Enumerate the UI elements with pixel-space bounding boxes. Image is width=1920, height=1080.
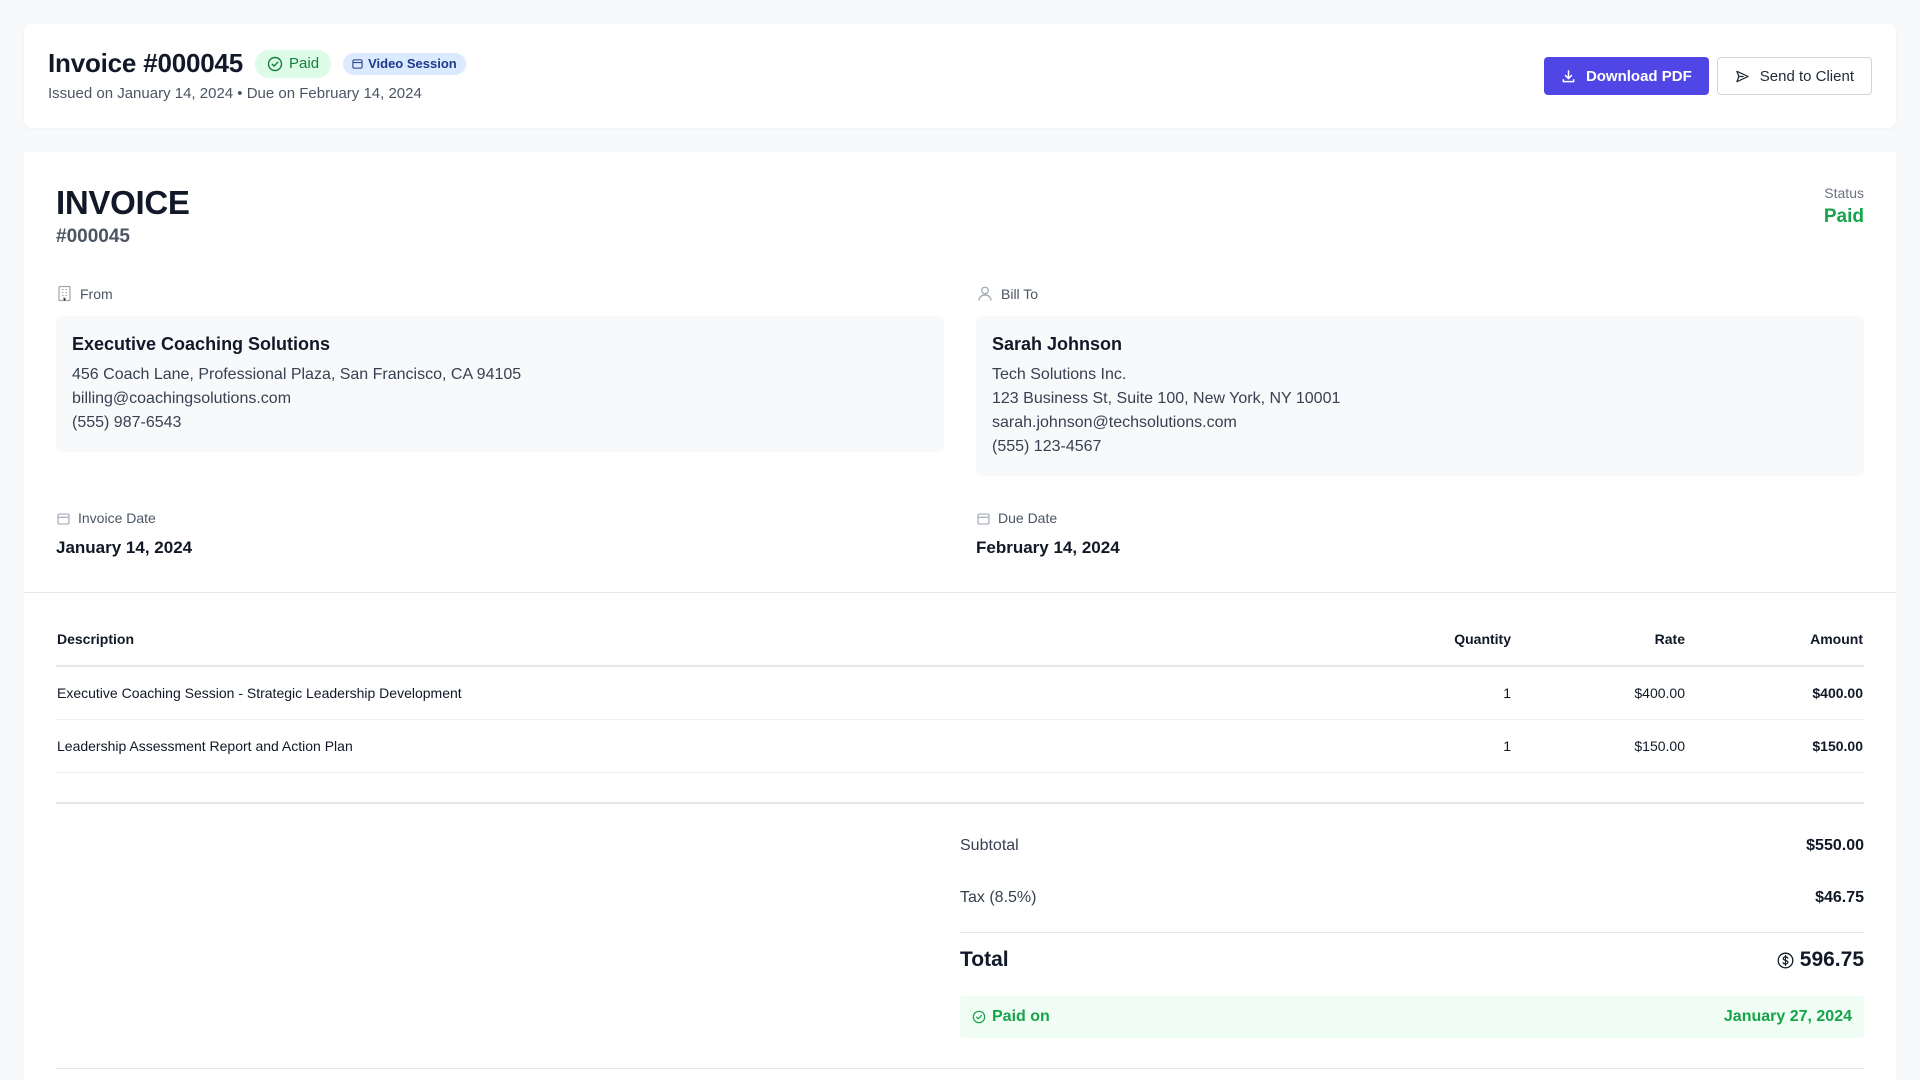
download-pdf-button[interactable]: Download PDF: [1543, 57, 1709, 95]
bill-to-address: 123 Business St, Suite 100, New York, NY…: [992, 390, 1341, 407]
table-row: Executive Coaching Session - Strategic L…: [56, 666, 1864, 720]
col-description: Description: [56, 612, 1312, 667]
paid-on-date: January 27, 2024: [1723, 1008, 1852, 1025]
bill-to-label-row: Bill To: [977, 285, 1038, 302]
line-items-table: Description Quantity Rate Amount Executi…: [56, 612, 1864, 773]
section-divider: [24, 592, 1896, 593]
due-date-value: February 14, 2024: [976, 538, 1120, 557]
col-amount: Amount: [1686, 612, 1864, 667]
page-title: Invoice #000045: [48, 48, 244, 78]
from-email: billing@coachingsolutions.com: [72, 390, 292, 407]
session-type-badge: Video Session: [343, 52, 466, 75]
calendar-icon: [977, 512, 990, 525]
bill-to-label: Bill To: [1001, 285, 1039, 302]
invoice-document: INVOICE #000045 Status Paid From Executi…: [24, 152, 1896, 1080]
paid-on-label-row: Paid on: [972, 1008, 1050, 1026]
due-date-label: Due Date: [998, 510, 1058, 526]
user-icon: [977, 285, 993, 302]
session-type-label: Video Session: [368, 56, 457, 71]
from-label: From: [80, 285, 113, 302]
from-phone: (555) 987-6543: [72, 414, 182, 431]
download-pdf-label: Download PDF: [1585, 67, 1692, 85]
total-amount: 596.75: [1777, 948, 1864, 972]
status-badge-label: Paid: [289, 55, 320, 72]
subtotal-label: Subtotal: [960, 837, 1019, 854]
calendar-icon: [352, 58, 363, 69]
item-quantity: 1: [1312, 666, 1512, 720]
item-rate: $150.00: [1512, 719, 1686, 773]
bill-to-details: Sarah Johnson Tech Solutions Inc. 123 Bu…: [976, 316, 1864, 476]
item-amount: $400.00: [1686, 666, 1864, 720]
tax-label: Tax (8.5%): [960, 889, 1037, 906]
invoice-date-label-row: Invoice Date: [57, 510, 156, 526]
subtotal-value: $550.00: [1806, 837, 1864, 854]
due-date-label-row: Due Date: [977, 510, 1057, 526]
bill-to-email: sarah.johnson@techsolutions.com: [992, 414, 1237, 431]
footer-divider: [56, 1068, 1864, 1069]
item-description: Executive Coaching Session - Strategic L…: [56, 666, 1312, 720]
from-details: Executive Coaching Solutions 456 Coach L…: [56, 316, 944, 452]
subtotal-row: Subtotal $550.00: [960, 837, 1864, 855]
table-end-divider: [56, 802, 1864, 804]
table-header-row: Description Quantity Rate Amount: [56, 612, 1864, 667]
tax-row: Tax (8.5%) $46.75: [960, 889, 1864, 907]
total-row: Total 596.75: [960, 948, 1864, 972]
send-to-client-label: Send to Client: [1759, 67, 1854, 85]
totals-divider: [960, 932, 1864, 933]
invoice-header: Invoice #000045 Paid Video Session Issue…: [24, 24, 1896, 128]
invoice-heading: INVOICE: [56, 184, 190, 221]
invoice-date-value: January 14, 2024: [56, 538, 193, 557]
send-to-client-button[interactable]: Send to Client: [1716, 57, 1872, 95]
tax-value: $46.75: [1815, 889, 1864, 906]
building-icon: [57, 285, 72, 302]
paid-on-banner: Paid on January 27, 2024: [960, 996, 1864, 1038]
send-icon: [1735, 69, 1750, 84]
check-circle-icon: [972, 1010, 986, 1024]
check-circle-icon: [267, 56, 283, 72]
item-quantity: 1: [1312, 719, 1512, 773]
col-quantity: Quantity: [1312, 612, 1512, 667]
calendar-icon: [57, 512, 70, 525]
status-badge: Paid: [255, 49, 332, 78]
total-value: 596.75: [1799, 948, 1864, 971]
paid-on-label: Paid on: [992, 1008, 1050, 1025]
from-name: Executive Coaching Solutions: [72, 334, 331, 354]
download-icon: [1561, 69, 1576, 84]
invoice-number: #000045: [56, 226, 130, 247]
item-amount: $150.00: [1686, 719, 1864, 773]
total-label: Total: [960, 948, 1009, 971]
bill-to-phone: (555) 123-4567: [992, 438, 1102, 455]
status-value: Paid: [1823, 206, 1864, 227]
header-title-row: Invoice #000045 Paid Video Session: [48, 48, 466, 79]
col-rate: Rate: [1512, 612, 1686, 667]
bill-to-name: Sarah Johnson: [992, 334, 1123, 354]
from-label-row: From: [57, 285, 113, 302]
item-description: Leadership Assessment Report and Action …: [56, 719, 1312, 773]
item-rate: $400.00: [1512, 666, 1686, 720]
status-label: Status: [1824, 185, 1864, 201]
invoice-date-label: Invoice Date: [78, 510, 156, 526]
bill-to-company: Tech Solutions Inc.: [992, 366, 1127, 383]
header-actions: Download PDF Send to Client: [1543, 57, 1872, 95]
table-row: Leadership Assessment Report and Action …: [56, 719, 1864, 773]
issue-due-subtitle: Issued on January 14, 2024 • Due on Febr…: [48, 85, 422, 102]
dollar-circle-icon: [1777, 952, 1794, 969]
from-address: 456 Coach Lane, Professional Plaza, San …: [72, 366, 522, 383]
